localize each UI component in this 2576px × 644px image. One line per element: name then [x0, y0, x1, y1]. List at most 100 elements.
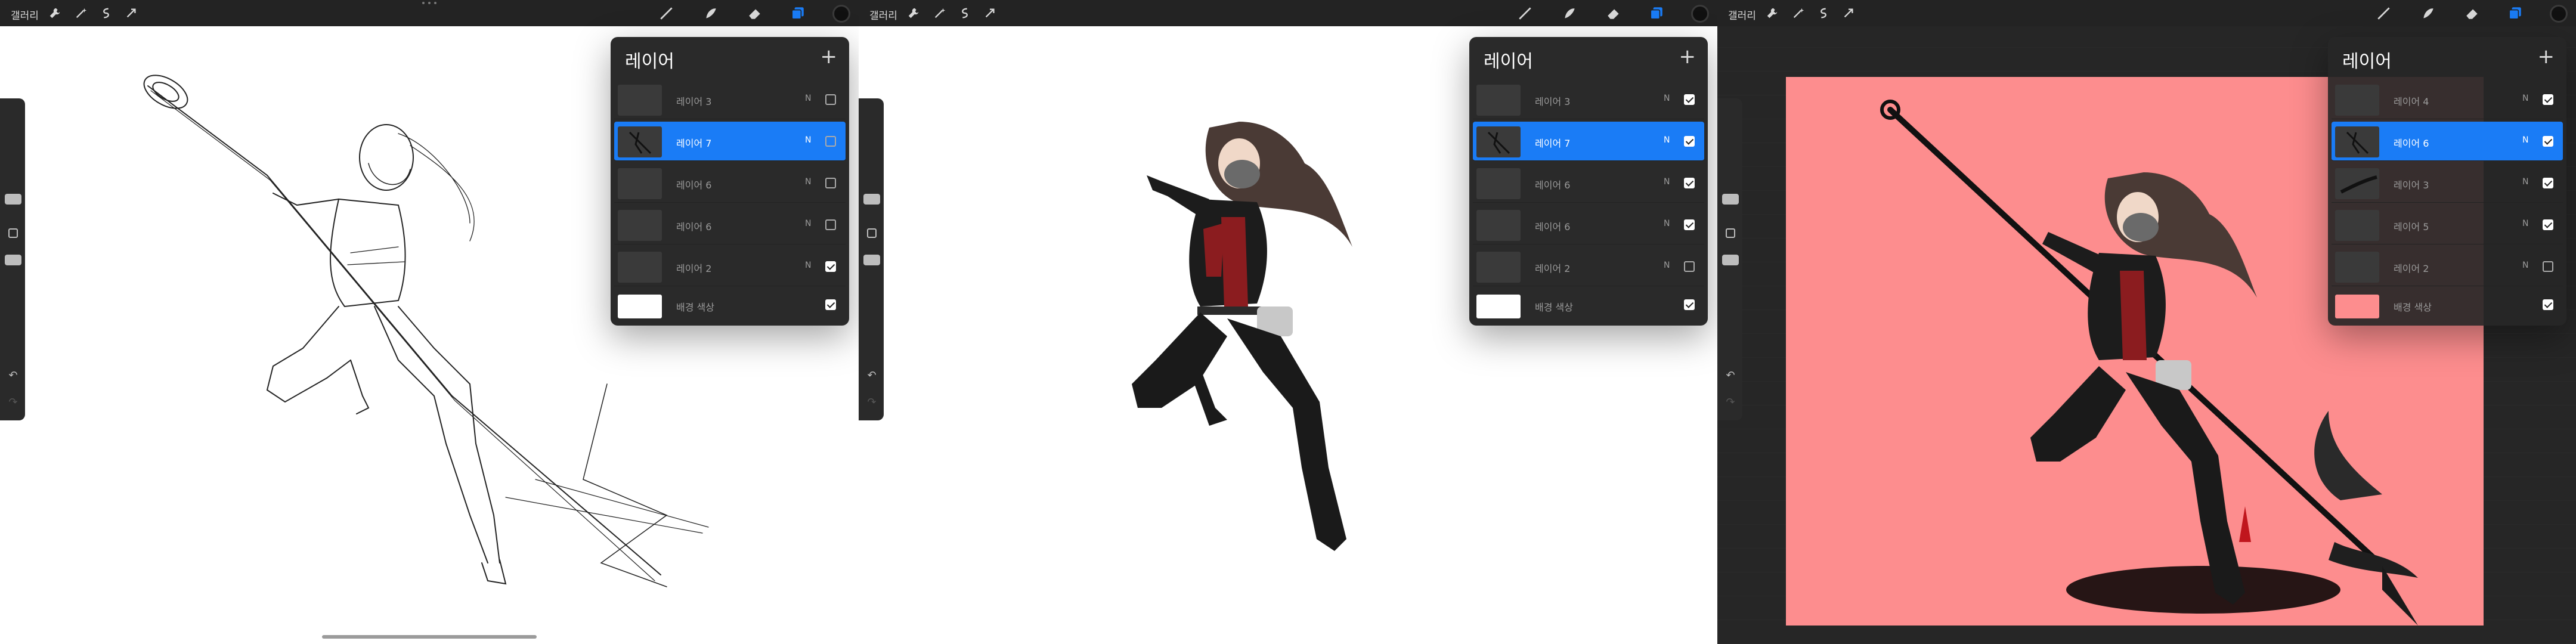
visibility-checkbox[interactable] — [1684, 219, 1695, 230]
layer-row-selected[interactable]: 레이어 6 N — [2332, 122, 2563, 161]
brush-icon[interactable] — [657, 4, 676, 23]
visibility-checkbox[interactable] — [2543, 94, 2553, 105]
layer-row[interactable]: 레이어 6 N — [614, 205, 846, 244]
modify-button[interactable] — [1726, 228, 1735, 238]
layer-row[interactable]: 레이어 2 N — [614, 247, 846, 286]
background-swatch[interactable] — [618, 295, 662, 318]
brush-size-slider[interactable] — [5, 194, 21, 205]
transform-arrow-icon[interactable] — [982, 5, 998, 21]
blend-mode-button[interactable]: N — [805, 94, 811, 103]
visibility-checkbox[interactable] — [825, 219, 836, 230]
blend-mode-button[interactable]: N — [2522, 177, 2528, 187]
color-icon[interactable] — [1691, 5, 1709, 23]
undo-icon[interactable]: ↶ — [7, 370, 19, 382]
add-layer-button[interactable]: + — [1679, 47, 1696, 67]
layers-icon[interactable] — [1647, 4, 1666, 23]
visibility-checkbox[interactable] — [1684, 261, 1695, 272]
layers-icon[interactable] — [2506, 4, 2525, 23]
visibility-checkbox[interactable] — [825, 136, 836, 147]
blend-mode-button[interactable]: N — [1664, 219, 1670, 228]
visibility-checkbox[interactable] — [2543, 178, 2553, 188]
visibility-checkbox[interactable] — [2543, 261, 2553, 272]
selection-icon[interactable] — [1815, 5, 1832, 21]
home-indicator[interactable] — [322, 635, 537, 639]
selection-icon[interactable] — [956, 5, 973, 21]
magic-wand-icon[interactable] — [1790, 5, 1807, 21]
add-layer-button[interactable]: + — [2538, 47, 2555, 67]
add-layer-button[interactable]: + — [821, 47, 838, 67]
visibility-checkbox[interactable] — [825, 178, 836, 188]
layer-row[interactable]: 레이어 6 N — [1473, 205, 1704, 244]
layer-row[interactable]: 레이어 6 N — [614, 163, 846, 203]
blend-mode-button[interactable]: N — [1664, 94, 1670, 103]
blend-mode-button[interactable]: N — [2522, 261, 2528, 270]
layer-row[interactable]: 레이어 6 N — [1473, 163, 1704, 203]
eraser-icon[interactable] — [1604, 4, 1623, 23]
layer-row[interactable]: 레이어 2 N — [1473, 247, 1704, 286]
layers-icon[interactable] — [788, 4, 807, 23]
brush-icon[interactable] — [2374, 4, 2394, 23]
more-dots-icon[interactable] — [420, 1, 438, 5]
gallery-button[interactable]: 갤러리 — [11, 7, 39, 22]
transform-arrow-icon[interactable] — [123, 5, 140, 21]
magic-wand-icon[interactable] — [73, 5, 89, 21]
visibility-checkbox[interactable] — [1684, 136, 1695, 147]
layer-row[interactable]: 레이어 5 N — [2332, 205, 2563, 244]
blend-mode-button[interactable]: N — [805, 261, 811, 270]
blend-mode-button[interactable]: N — [1664, 177, 1670, 187]
magic-wand-icon[interactable] — [931, 5, 948, 21]
gallery-button[interactable]: 갤러리 — [1728, 7, 1756, 22]
opacity-slider[interactable] — [1722, 255, 1739, 265]
color-icon[interactable] — [2550, 5, 2568, 23]
modify-button[interactable] — [8, 228, 18, 238]
wrench-icon[interactable] — [905, 5, 922, 21]
visibility-checkbox[interactable] — [825, 299, 836, 310]
brush-size-slider[interactable] — [1722, 194, 1739, 205]
layer-row[interactable]: 레이어 3 N — [1473, 80, 1704, 119]
opacity-slider[interactable] — [863, 255, 880, 265]
background-color-row[interactable]: 배경 색상 — [1473, 287, 1704, 323]
visibility-checkbox[interactable] — [825, 261, 836, 272]
gallery-button[interactable]: 갤러리 — [869, 7, 897, 22]
background-swatch[interactable] — [1476, 295, 1521, 318]
undo-icon[interactable]: ↶ — [1724, 370, 1736, 382]
visibility-checkbox[interactable] — [1684, 299, 1695, 310]
visibility-checkbox[interactable] — [1684, 94, 1695, 105]
wrench-icon[interactable] — [1764, 5, 1781, 21]
layer-row[interactable]: 레이어 2 N — [2332, 247, 2563, 286]
visibility-checkbox[interactable] — [2543, 299, 2553, 310]
blend-mode-button[interactable]: N — [2522, 135, 2528, 145]
smudge-icon[interactable] — [1560, 4, 1579, 23]
visibility-checkbox[interactable] — [1684, 178, 1695, 188]
opacity-slider[interactable] — [5, 255, 21, 265]
smudge-icon[interactable] — [701, 4, 720, 23]
background-color-row[interactable]: 배경 색상 — [2332, 287, 2563, 323]
blend-mode-button[interactable]: N — [2522, 94, 2528, 103]
redo-icon[interactable]: ↷ — [1724, 397, 1736, 408]
blend-mode-button[interactable]: N — [805, 219, 811, 228]
visibility-checkbox[interactable] — [2543, 136, 2553, 147]
transform-arrow-icon[interactable] — [1840, 5, 1857, 21]
redo-icon[interactable]: ↷ — [866, 397, 878, 408]
blend-mode-button[interactable]: N — [805, 177, 811, 187]
brush-size-slider[interactable] — [863, 194, 880, 205]
smudge-icon[interactable] — [2419, 4, 2438, 23]
blend-mode-button[interactable]: N — [1664, 261, 1670, 270]
layer-row[interactable]: 레이어 3 N — [614, 80, 846, 119]
selection-icon[interactable] — [98, 5, 114, 21]
background-swatch[interactable] — [2335, 295, 2379, 318]
visibility-checkbox[interactable] — [825, 94, 836, 105]
modify-button[interactable] — [867, 228, 877, 238]
undo-icon[interactable]: ↶ — [866, 370, 878, 382]
blend-mode-button[interactable]: N — [1664, 135, 1670, 145]
background-color-row[interactable]: 배경 색상 — [614, 287, 846, 323]
eraser-icon[interactable] — [745, 4, 764, 23]
visibility-checkbox[interactable] — [2543, 219, 2553, 230]
layer-row[interactable]: 레이어 3 N — [2332, 163, 2563, 203]
wrench-icon[interactable] — [47, 5, 63, 21]
eraser-icon[interactable] — [2463, 4, 2482, 23]
redo-icon[interactable]: ↷ — [7, 397, 19, 408]
color-icon[interactable] — [832, 5, 850, 23]
layer-row-selected[interactable]: 레이어 7 N — [1473, 122, 1704, 161]
brush-icon[interactable] — [1516, 4, 1535, 23]
